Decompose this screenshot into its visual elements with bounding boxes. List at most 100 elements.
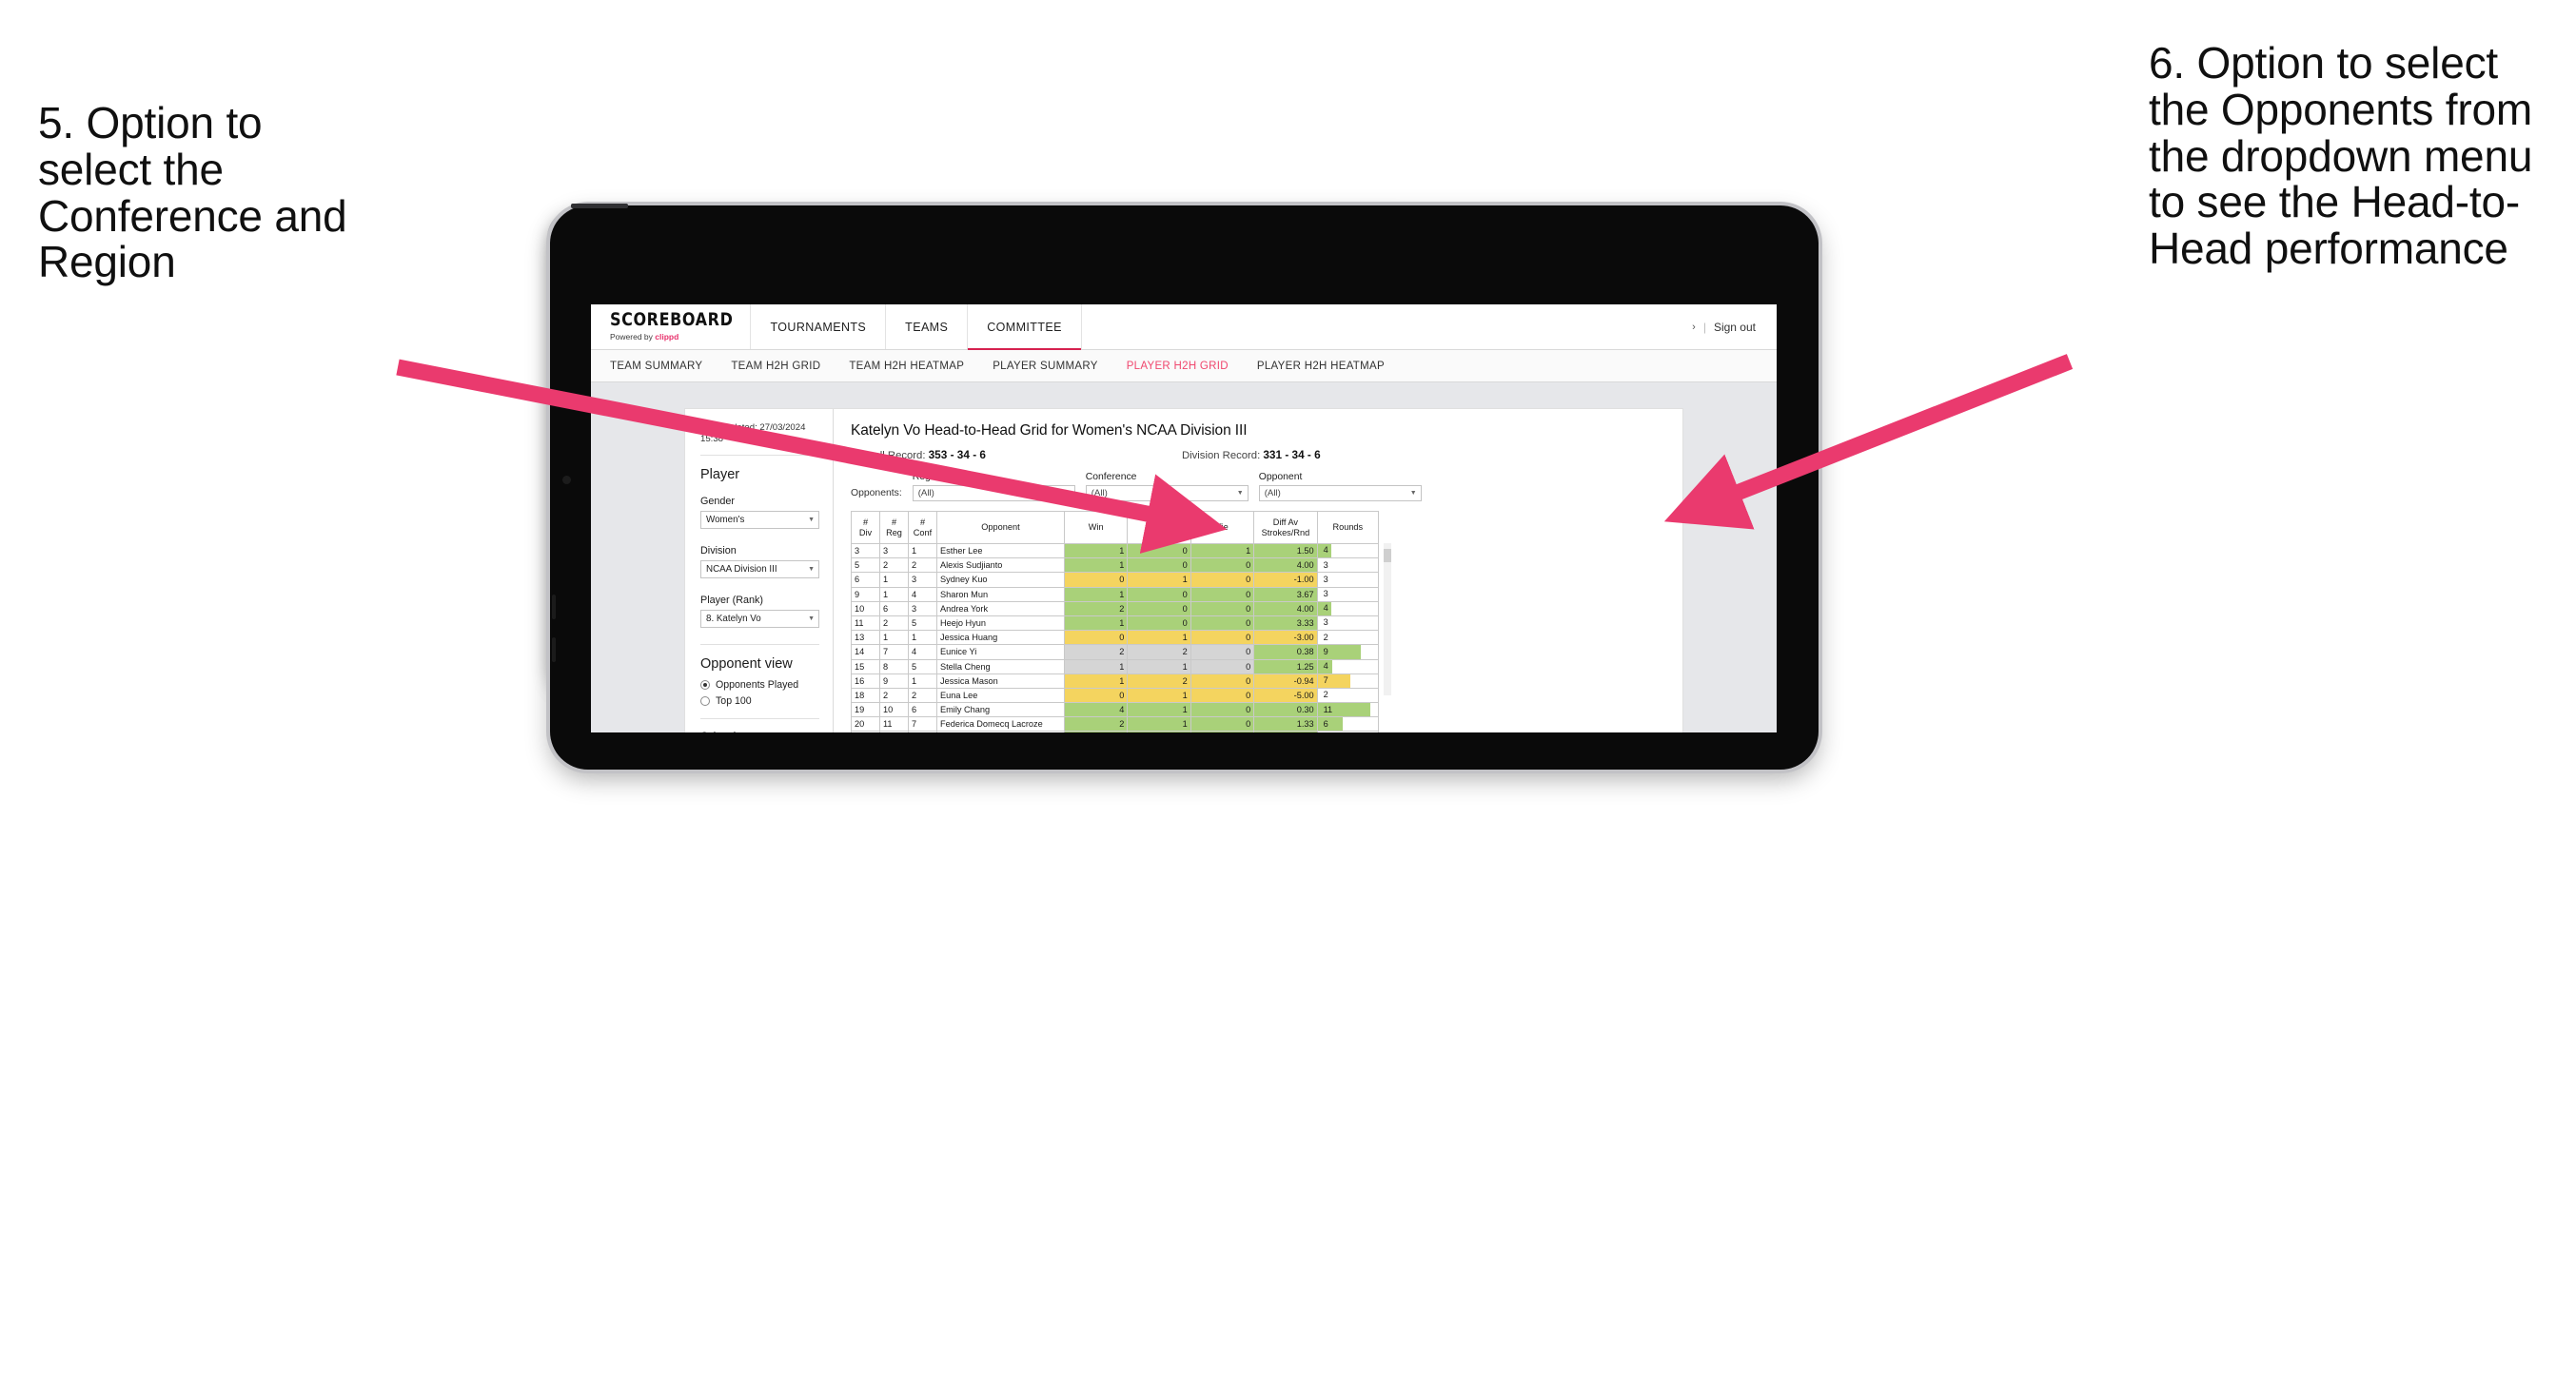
radio-top-100[interactable]: Top 100 [700,695,819,707]
table-row[interactable]: 11 2 5 Heejo Hyun 1 0 0 3.33 3 [851,615,1380,632]
gender-select[interactable]: Women's ▼ [700,510,819,529]
cell-conf: 6 [908,702,937,718]
cell-reg: 8 [879,658,909,674]
table-row[interactable]: 9 1 4 Sharon Mun 1 0 0 3.67 3 [851,586,1380,602]
topnav-item-teams[interactable]: TEAMS [886,304,969,349]
tablet-camera-dot [562,476,571,484]
cell-loss: 1 [1127,630,1191,646]
sign-out-button[interactable]: Sign out [1714,321,1756,334]
opponent-select[interactable]: (All) ▼ [1258,485,1422,501]
cell-opponent: Jessica Huang [936,630,1065,646]
h2h-grid-table: # Div # Reg # Conf Opponent Win Loss Tie Di… [851,511,1380,732]
tablet-side-button-2 [552,637,556,662]
cell-diff: 0.38 [1253,644,1318,660]
cell-loss: 2 [1127,673,1191,689]
brand-subtitle: Powered by clippd [610,332,733,342]
conference-select[interactable]: (All) ▼ [1085,485,1249,501]
table-row[interactable]: 14 7 4 Eunice Yi 2 2 0 0.38 9 [851,644,1380,660]
division-select[interactable]: NCAA Division III ▼ [700,559,819,578]
cell-tie: 0 [1190,630,1255,646]
subnav-item-team-summary[interactable]: TEAM SUMMARY [610,361,702,372]
table-row[interactable]: 19 10 6 Emily Chang 4 1 0 0.30 11 [851,702,1380,718]
brand-logo[interactable]: SCOREBOARD Powered by clippd [591,304,752,349]
cell-rounds: 11 [1316,702,1380,718]
table-row[interactable]: 3 3 1 Esther Lee 1 0 1 1.50 4 [851,542,1380,559]
cell-reg: 11 [879,716,909,732]
region-select[interactable]: (All) ▼ [912,485,1075,501]
annotation-left-text: 5. Option to select the Conference and R… [38,98,347,287]
division-record-label: Division Record: [1181,450,1261,461]
table-header-row: # Div # Reg # Conf Opponent Win Loss Tie Di… [851,511,1380,544]
cell-reg: 1 [879,572,909,588]
table-row[interactable]: 6 1 3 Sydney Kuo 0 1 0 -1.00 3 [851,572,1380,588]
cell-rounds: 4 [1316,600,1380,616]
radio-opponents-played[interactable]: Opponents Played [700,679,819,691]
cell-tie: 0 [1190,557,1255,574]
chevron-down-icon: ▼ [808,565,815,573]
cell-div: 14 [851,644,880,660]
chevron-down-icon: ▼ [1063,490,1071,497]
table-row[interactable]: 13 1 1 Jessica Huang 0 1 0 -3.00 2 [851,630,1380,646]
powered-by-text: Powered by [610,332,656,342]
subnav-item-player-h2h-grid[interactable]: PLAYER H2H GRID [1127,361,1229,372]
cell-conf: 2 [908,687,937,704]
chevron-down-icon: ▼ [1236,490,1244,497]
cell-loss: 1 [1127,716,1191,732]
opponent-filter-row: Opponents: Region (All) ▼ Conference (Al… [851,472,1665,501]
player-rank-select[interactable]: 8. Katelyn Vo ▼ [700,609,819,628]
opponent-filter: Opponent (All) ▼ [1258,472,1422,501]
chevron-right-icon[interactable]: › [1692,322,1696,333]
cell-opponent: Jessica Mason [936,673,1065,689]
subnav-item-player-h2h-heatmap[interactable]: PLAYER H2H HEATMAP [1257,361,1385,372]
col-rounds: Rounds [1316,511,1380,544]
opponent-value: (All) [1264,488,1281,498]
records-row: Overall Record: 353 - 34 - 6 Division Re… [851,448,1665,461]
subnav-item-team-h2h-heatmap[interactable]: TEAM H2H HEATMAP [849,361,964,372]
col-win: Win [1063,511,1129,544]
cell-tie: 0 [1190,658,1255,674]
divider [700,454,819,456]
filter-sidebar: Last Updated: 27/03/2024 15:38 Player Ge… [685,409,834,732]
cell-conf: 1 [908,630,937,646]
cell-conf: 4 [908,644,937,660]
col-conf-line1: # [919,517,926,528]
opponent-view-heading: Opponent view [700,655,793,672]
subnav-item-team-h2h-grid[interactable]: TEAM H2H GRID [731,361,820,372]
cell-opponent: Heejo Hyun [936,615,1065,632]
table-vertical-scrollbar[interactable] [1384,543,1391,695]
cell-div: 13 [851,630,880,646]
topnav-item-committee[interactable]: COMMITTEE [968,304,1082,350]
cell-opponent: Eunice Yi [936,644,1065,660]
cell-win: 2 [1063,644,1129,660]
overall-record-value: 353 - 34 - 6 [928,448,986,461]
cell-tie: 0 [1190,600,1255,616]
cell-rounds: 4 [1316,542,1380,559]
table-header: # Div # Reg # Conf Opponent Win Loss Tie Di… [851,511,1380,544]
table-row[interactable]: 5 2 2 Alexis Sudjianto 1 0 0 4.00 3 [851,557,1380,574]
cell-win: 0 [1063,687,1129,704]
cell-loss: 0 [1127,586,1191,602]
radio-label: Opponents Played [716,678,799,691]
scrollbar-thumb[interactable] [1384,549,1391,562]
table-row[interactable]: 10 6 3 Andrea York 2 0 0 4.00 4 [851,600,1380,616]
col-tie: Tie [1190,511,1255,544]
table-row[interactable]: 20 11 7 Federica Domecq Lacroze 2 1 0 1.33 6 [851,716,1380,732]
cell-loss: 1 [1127,687,1191,704]
cell-diff: 4.00 [1253,557,1318,574]
table-row[interactable]: 15 8 5 Stella Cheng 1 1 0 1.25 4 [851,658,1380,674]
table-row[interactable]: 18 2 2 Euna Lee 0 1 0 -5.00 2 [851,687,1380,704]
col-loss: Loss [1127,511,1191,544]
cell-conf: 1 [908,673,937,689]
cell-diff: 1.33 [1253,716,1318,732]
topnav-item-tournaments[interactable]: TOURNAMENTS [751,304,887,349]
col-reg: # Reg [879,511,909,544]
brand-title: SCOREBOARD [610,308,734,330]
cell-conf: 3 [908,600,937,616]
subnav-item-player-summary[interactable]: PLAYER SUMMARY [993,361,1098,372]
cell-diff: 3.33 [1253,615,1318,632]
opponent-label: Opponent [1258,472,1303,482]
player-rank-label: Player (Rank) [700,594,763,606]
cell-win: 0 [1063,572,1129,588]
table-row[interactable]: 16 9 1 Jessica Mason 1 2 0 -0.94 7 [851,673,1380,689]
top-bar-right: › | Sign out [1692,304,1777,349]
